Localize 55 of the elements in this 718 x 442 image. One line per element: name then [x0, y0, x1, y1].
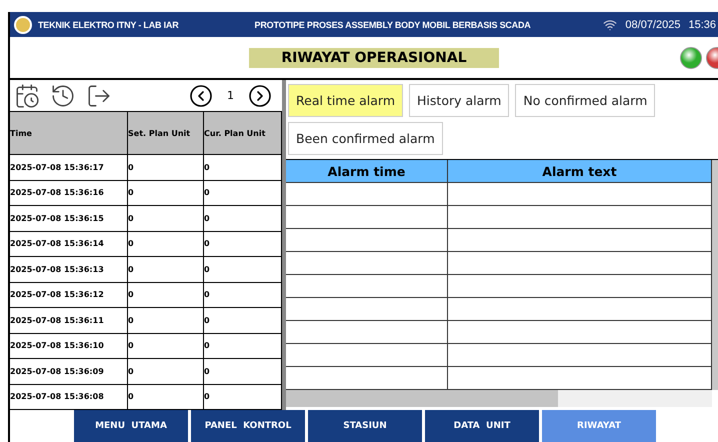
column-header: Set. Plan Unit	[128, 112, 204, 155]
table-cell: 2025-07-08 15:36:13	[10, 257, 128, 282]
table-cell: 0	[204, 155, 282, 180]
column-header: Cur. Plan Unit	[204, 112, 282, 155]
alarm-tab[interactable]: No confirmed alarm	[515, 84, 656, 117]
table-cell: 2025-07-08 15:36:15	[10, 206, 128, 232]
table-cell: 2025-07-08 15:36:10	[10, 334, 128, 359]
table-cell: 2025-07-08 15:36:09	[10, 359, 128, 384]
page-title: RIWAYAT OPERASIONAL	[249, 48, 499, 68]
date-text: 08/07/2025	[625, 18, 680, 30]
table-cell: 2025-07-08 15:36:17	[10, 155, 128, 180]
next-page-icon[interactable]	[248, 84, 272, 108]
table-cell: 0	[128, 232, 204, 257]
table-cell: 2025-07-08 15:36:11	[10, 308, 128, 334]
table-cell: 2025-07-08 15:36:12	[10, 282, 128, 308]
table-cell: 0	[204, 206, 282, 232]
table-cell: 0	[204, 257, 282, 282]
scrollbar[interactable]	[286, 390, 712, 407]
table-cell: 0	[128, 155, 204, 180]
project-title: PROTOTIPE PROSES ASSEMBLY BODY MOBIL BERBASIS SCADA	[254, 20, 531, 30]
page-number: 1	[227, 89, 234, 102]
table-cell: 0	[204, 282, 282, 308]
scrollbar[interactable]	[712, 160, 718, 390]
nav-button[interactable]: PANEL KONTROL	[191, 410, 305, 442]
table-cell: 2025-07-08 15:36:14	[10, 232, 128, 257]
table-cell: 0	[204, 232, 282, 257]
table-cell: 0	[128, 308, 204, 334]
table-cell: 2025-07-08 15:36:16	[10, 180, 128, 206]
alarm-tab[interactable]: Been confirmed alarm	[288, 122, 443, 155]
column-header: Alarm text	[448, 160, 712, 183]
column-header: Alarm time	[286, 160, 448, 183]
table-cell: 0	[204, 334, 282, 359]
lab-title: TEKNIK ELEKTRO ITNY - LAB IAR	[38, 20, 179, 30]
table-cell: 0	[128, 257, 204, 282]
table-cell: 0	[128, 359, 204, 384]
table-cell: 0	[128, 180, 204, 206]
table-cell: 0	[128, 282, 204, 308]
nav-button[interactable]: MENU UTAMA	[74, 410, 188, 442]
logo-icon	[14, 16, 32, 34]
column-header: Time	[10, 112, 128, 155]
nav-button[interactable]: STASIUN	[308, 410, 422, 442]
previous-page-icon[interactable]	[189, 84, 213, 108]
alarm-tab[interactable]: Real time alarm	[288, 84, 404, 117]
table-cell: 0	[128, 334, 204, 359]
table-cell: 0	[128, 206, 204, 232]
calendar-clock-icon[interactable]	[14, 82, 40, 108]
alarm-tab[interactable]: History alarm	[409, 84, 510, 117]
table-cell: 0	[204, 308, 282, 334]
history-icon[interactable]	[50, 82, 76, 108]
wifi-icon	[603, 18, 618, 32]
nav-button[interactable]: DATA UNIT	[425, 410, 539, 442]
table-cell: 0	[204, 180, 282, 206]
table-cell: 0	[204, 359, 282, 384]
time-text: 15:36	[688, 18, 716, 30]
exit-icon[interactable]	[86, 82, 112, 108]
